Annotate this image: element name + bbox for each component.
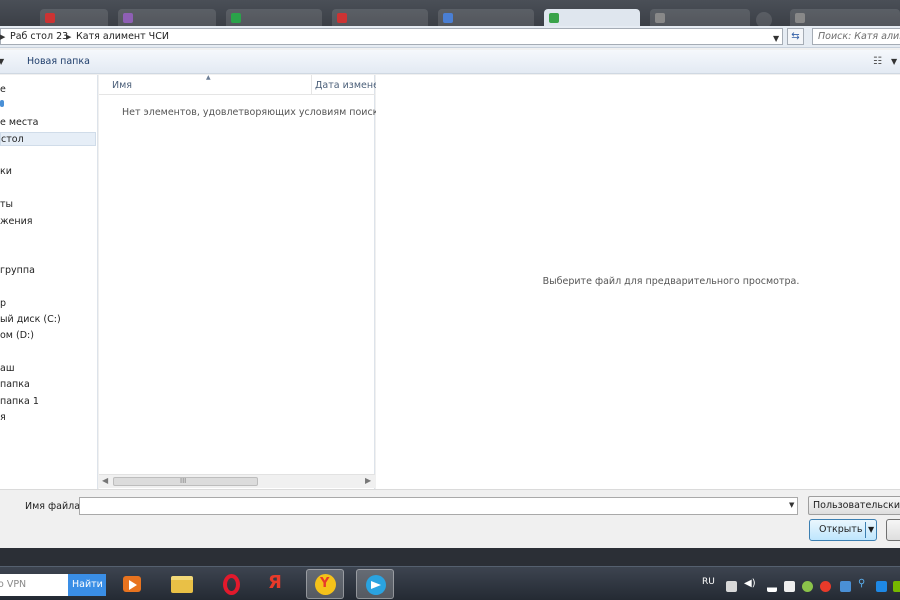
sort-ascending-icon: ▲ <box>206 74 211 81</box>
open-button[interactable]: Открыть ▼ <box>809 519 877 541</box>
find-button[interactable]: Найти <box>68 574 106 596</box>
blue-tray-icon[interactable] <box>876 581 887 592</box>
nav-item[interactable]: жения <box>0 215 33 229</box>
column-header-row: Имя ▲ Дата изменен <box>99 74 385 95</box>
file-list[interactable]: Имя ▲ Дата изменен Нет элементов, удовле… <box>99 74 387 489</box>
filename-input[interactable] <box>79 497 798 515</box>
nav-item[interactable]: е <box>0 83 6 97</box>
file-type-filter[interactable]: Пользовательские ф <box>808 496 900 515</box>
green-tray-icon[interactable] <box>802 581 813 592</box>
nav-item[interactable]: е места <box>0 116 38 130</box>
signal-icon[interactable] <box>767 581 777 592</box>
open-dropdown-icon[interactable]: ▼ <box>868 525 874 534</box>
nav-item[interactable]: ом (D:) <box>0 329 34 343</box>
cancel-button[interactable] <box>886 519 900 541</box>
tab-favicon-icon <box>795 13 805 23</box>
browser-tab-strip <box>0 0 900 28</box>
nav-item[interactable]: р <box>0 297 6 311</box>
tab-favicon-icon <box>443 13 453 23</box>
column-divider[interactable] <box>311 75 312 95</box>
nav-item[interactable]: папка 1 <box>0 395 39 409</box>
nvidia-tray-icon[interactable] <box>893 581 900 592</box>
search-placeholder: Поиск: Катя алимент <box>818 31 900 42</box>
address-dropdown-icon[interactable]: ▼ <box>773 34 779 43</box>
nav-item[interactable]: ты <box>0 198 13 212</box>
dialog-footer: Имя файла: ▼ Пользовательские ф Открыть … <box>0 489 900 548</box>
column-header-date[interactable]: Дата изменен <box>315 80 385 91</box>
tab-favicon-icon <box>231 13 241 23</box>
volume-icon[interactable]: ◀) <box>744 578 756 589</box>
command-toolbar: ▼ Новая папка ☷ ▼ <box>0 50 900 74</box>
opera-glyph <box>223 574 240 595</box>
play-icon <box>129 580 137 590</box>
empty-list-message: Нет элементов, удовлетворяющих условиям … <box>122 107 388 118</box>
tab-favicon-icon <box>45 13 55 23</box>
nav-item[interactable]: группа <box>0 264 35 278</box>
tab-favicon-icon <box>337 13 347 23</box>
yandex-browser-letter: Y <box>320 576 330 591</box>
scrollbar-thumb[interactable]: III <box>113 477 258 486</box>
location-icon[interactable]: ⚲ <box>858 578 865 589</box>
opera-icon[interactable] <box>213 569 251 599</box>
breadcrumb-item[interactable]: Катя алимент ЧСИ <box>76 31 169 42</box>
organize-dropdown-icon[interactable]: ▼ <box>0 57 4 66</box>
search-input[interactable]: Поиск: Катя алимент <box>812 28 900 45</box>
horizontal-scrollbar[interactable]: ◀ III ▶ <box>99 474 375 488</box>
refresh-icon: ⇆ <box>791 31 800 42</box>
nav-item[interactable]: ки <box>0 165 12 179</box>
filename-dropdown-icon[interactable]: ▼ <box>789 501 794 509</box>
preview-message: Выберите файл для предварительного просм… <box>542 276 800 287</box>
nav-item[interactable]: я <box>0 411 6 425</box>
nav-item-selected[interactable]: стол <box>0 132 96 146</box>
paper-plane-icon <box>371 581 381 589</box>
windows-flag-icon[interactable] <box>840 581 851 592</box>
scroll-left-icon[interactable]: ◀ <box>102 476 108 485</box>
file-open-dialog: ▶ Раб стол 23 ▶ Катя алимент ЧСИ ▼ ⇆ Пои… <box>0 26 900 548</box>
breadcrumb[interactable]: ▶ Раб стол 23 ▶ Катя алимент ЧСИ ▼ <box>0 28 783 45</box>
nav-item[interactable]: папка <box>0 378 30 392</box>
yandex-browser-icon[interactable]: Y <box>306 569 344 599</box>
tab-favicon-icon <box>123 13 133 23</box>
taskbar: о VPN Найти Я Y RU ◀) ⚲ <box>0 566 900 600</box>
file-type-filter-label: Пользовательские ф <box>813 500 900 511</box>
tab-favicon-icon <box>655 13 665 23</box>
taskbar-search-input[interactable]: о VPN <box>0 574 68 596</box>
new-folder-button[interactable]: Новая папка <box>27 56 90 67</box>
nav-item[interactable]: аш <box>0 362 15 376</box>
yandex-glyph: Я <box>268 572 282 593</box>
language-indicator[interactable]: RU <box>702 577 715 587</box>
yandex-icon[interactable]: Я <box>260 569 298 599</box>
address-bar: ▶ Раб стол 23 ▶ Катя алимент ЧСИ ▼ ⇆ Пои… <box>0 26 900 48</box>
navigation-pane: е е места стол ки ты жения группа р ый д… <box>0 75 98 489</box>
network-icon[interactable] <box>784 581 795 592</box>
filename-label: Имя файла: <box>25 501 84 512</box>
scroll-grip: III <box>180 477 187 485</box>
view-options-icon[interactable]: ☷ <box>873 56 882 67</box>
keyboard-icon[interactable] <box>726 581 737 592</box>
nav-item[interactable]: ый диск (C:) <box>0 313 61 327</box>
find-button-label: Найти <box>72 579 103 590</box>
preview-pane: Выберите файл для предварительного просм… <box>376 75 900 489</box>
taskbar-search-text: о VPN <box>0 579 27 590</box>
open-button-separator <box>865 522 866 538</box>
breadcrumb-separator-icon: ▶ <box>66 33 72 41</box>
nav-item-icon <box>0 100 4 107</box>
yandex-tray-icon[interactable] <box>820 581 831 592</box>
open-button-label: Открыть <box>819 524 863 535</box>
folder-glyph <box>171 576 193 593</box>
scroll-right-icon[interactable]: ▶ <box>365 476 371 485</box>
file-explorer-icon[interactable] <box>163 569 201 599</box>
breadcrumb-item[interactable]: Раб стол 23 <box>10 31 68 42</box>
view-dropdown-icon[interactable]: ▼ <box>891 57 897 66</box>
telegram-icon[interactable] <box>356 569 394 599</box>
column-header-name[interactable]: Имя <box>112 80 132 91</box>
refresh-button[interactable]: ⇆ <box>787 28 804 45</box>
breadcrumb-separator-icon: ▶ <box>0 33 6 41</box>
media-player-icon[interactable] <box>113 569 151 599</box>
tab-favicon-icon <box>549 13 559 23</box>
